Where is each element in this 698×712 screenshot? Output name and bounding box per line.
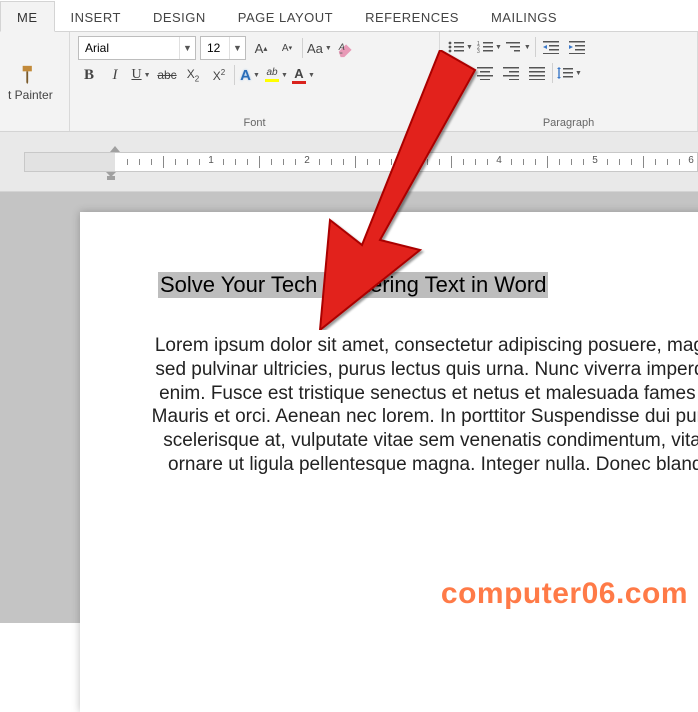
ruler-area: 1 2 3 4 5 6 (0, 132, 698, 192)
italic-button[interactable]: I (104, 64, 126, 86)
svg-text:3: 3 (477, 49, 480, 54)
highlight-icon: ab (265, 68, 279, 82)
format-painter-label: t Painter (8, 88, 53, 102)
align-center-icon (477, 66, 493, 80)
justify-button[interactable] (526, 62, 548, 84)
font-size-combo[interactable]: ▼ (200, 36, 246, 60)
strikethrough-button[interactable]: abc (156, 64, 178, 86)
shrink-font-button[interactable]: A▾ (276, 37, 298, 59)
ruler-number: 1 (208, 155, 214, 166)
font-color-icon: A (292, 67, 306, 84)
hanging-indent-marker[interactable] (106, 172, 116, 180)
font-name-input[interactable] (79, 37, 179, 59)
ribbon: t Painter ▼ ▼ A▴ A▾ Aa▼ A (0, 32, 698, 132)
text-effects-button[interactable]: A▼ (239, 64, 261, 86)
multilevel-icon (506, 40, 522, 54)
tab-insert[interactable]: INSERT (55, 2, 137, 31)
clear-formatting-button[interactable]: A (336, 37, 358, 59)
shrink-font-icon: A (282, 43, 289, 54)
text-effects-icon: A (240, 67, 251, 84)
indent-icon (569, 40, 585, 54)
document-body-text[interactable]: Lorem ipsum dolor sit amet, consectetur … (140, 334, 698, 477)
align-left-button[interactable] (448, 62, 470, 84)
align-right-icon (503, 66, 519, 80)
paintbrush-icon (19, 64, 41, 86)
superscript-icon: X2 (213, 68, 225, 83)
tab-mailings[interactable]: MAILINGS (475, 2, 573, 31)
group-font: ▼ ▼ A▴ A▾ Aa▼ A B I U▼ abc X2 (70, 32, 440, 131)
ruler-number: 5 (592, 155, 598, 166)
change-case-button[interactable]: Aa▼ (307, 37, 332, 59)
ruler-number: 4 (496, 155, 502, 166)
align-center-button[interactable] (474, 62, 496, 84)
document-heading-selected[interactable]: Solve Your Tech Centering Text in Word (158, 272, 548, 298)
grow-font-icon: A (255, 41, 264, 56)
tab-references[interactable]: REFERENCES (349, 2, 475, 31)
document-canvas: Solve Your Tech Centering Text in Word L… (0, 192, 698, 623)
page[interactable]: Solve Your Tech Centering Text in Word L… (80, 212, 698, 712)
group-paragraph-label: Paragraph (448, 115, 689, 129)
multilevel-list-button[interactable]: ▼ (506, 36, 531, 58)
italic-icon: I (113, 67, 118, 84)
align-left-icon (451, 66, 467, 80)
group-paragraph: ▼ 123▼ ▼ (440, 32, 698, 131)
tab-page-layout[interactable]: PAGE LAYOUT (222, 2, 349, 31)
ruler-number: 3 (400, 155, 406, 166)
line-spacing-button[interactable]: ▼ (557, 62, 582, 84)
eraser-icon: A (336, 37, 358, 59)
dialog-launcher-icon[interactable]: ◢ (421, 115, 435, 129)
bullets-icon (448, 40, 464, 54)
strikethrough-icon: abc (157, 68, 176, 82)
chevron-down-icon[interactable]: ▼ (179, 37, 195, 59)
format-painter-button[interactable]: t Painter (8, 64, 53, 102)
subscript-icon: X2 (187, 67, 199, 83)
font-color-button[interactable]: A ▼ (292, 64, 315, 86)
underline-button[interactable]: U▼ (130, 64, 152, 86)
svg-text:A: A (338, 42, 345, 52)
horizontal-ruler[interactable]: 1 2 3 4 5 6 (24, 152, 698, 172)
grow-font-button[interactable]: A▴ (250, 37, 272, 59)
change-case-icon: Aa (307, 41, 323, 56)
decrease-indent-button[interactable] (540, 36, 562, 58)
outdent-icon (543, 40, 559, 54)
superscript-button[interactable]: X2 (208, 64, 230, 86)
font-size-input[interactable] (201, 37, 229, 59)
highlight-button[interactable]: ab ▼ (265, 64, 288, 86)
increase-indent-button[interactable] (566, 36, 588, 58)
group-clipboard: t Painter (0, 32, 70, 131)
tab-design[interactable]: DESIGN (137, 2, 222, 31)
justify-icon (529, 66, 545, 80)
numbering-button[interactable]: 123▼ (477, 36, 502, 58)
first-line-indent-marker[interactable] (110, 146, 120, 152)
font-name-combo[interactable]: ▼ (78, 36, 196, 60)
group-font-label: Font ◢ (78, 115, 431, 129)
vertical-ruler[interactable] (0, 132, 24, 191)
align-right-button[interactable] (500, 62, 522, 84)
bold-icon: B (84, 67, 94, 84)
numbering-icon: 123 (477, 40, 493, 54)
bullets-button[interactable]: ▼ (448, 36, 473, 58)
tab-home[interactable]: ME (0, 1, 55, 32)
chevron-down-icon[interactable]: ▼ (229, 37, 245, 59)
ruler-number: 6 (688, 155, 694, 166)
bold-button[interactable]: B (78, 64, 100, 86)
subscript-button[interactable]: X2 (182, 64, 204, 86)
ribbon-tabstrip: ME INSERT DESIGN PAGE LAYOUT REFERENCES … (0, 0, 698, 32)
underline-icon: U (131, 67, 141, 83)
line-spacing-icon (557, 66, 573, 80)
ruler-number: 2 (304, 155, 310, 166)
